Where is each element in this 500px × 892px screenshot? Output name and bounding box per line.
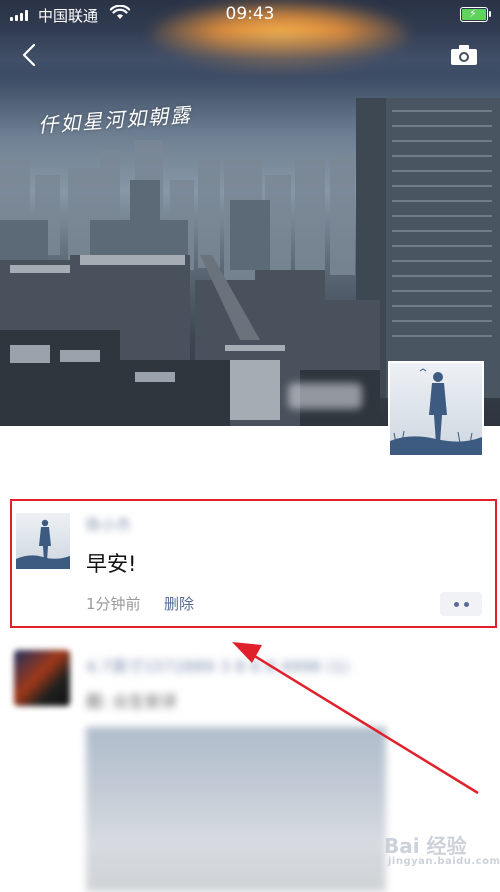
post-timestamp: 1分钟前: [86, 595, 141, 613]
dot-icon: [453, 601, 459, 607]
dot-icon: [463, 601, 469, 607]
status-time: 09:43: [225, 4, 275, 24]
blurred-username: [288, 383, 362, 409]
next-post-photo[interactable]: [86, 727, 386, 892]
watermark-url: jingyan.baidu.com: [388, 856, 500, 867]
next-post-author[interactable]: 4.7英寸1572889 3 8 6 8 4996 (1): [86, 653, 431, 676]
back-chevron-icon[interactable]: [16, 40, 46, 70]
highlighted-post-frame: [10, 499, 497, 628]
camera-icon[interactable]: [450, 44, 478, 66]
next-post-avatar[interactable]: [14, 650, 70, 706]
profile-avatar[interactable]: [388, 361, 484, 457]
post-content: 早安!: [86, 552, 137, 576]
watermark-brand: Bai 经验: [384, 834, 467, 858]
avatar-boy-illustration: [390, 363, 482, 455]
status-bar: 中国联通 09:43 ⚡: [0, 0, 500, 30]
baidu-watermark: Bai 经验 jingyan.baidu.com: [384, 830, 500, 867]
post-author-name[interactable]: 陈小杰: [86, 514, 154, 536]
battery-charging-icon: ⚡: [460, 7, 491, 22]
avatar-boy-illustration: [16, 513, 70, 569]
more-options-button[interactable]: [440, 592, 482, 616]
next-post-text: 题: 众生安详: [86, 692, 177, 711]
post-author-avatar[interactable]: [16, 513, 70, 569]
delete-link[interactable]: 删除: [164, 593, 194, 614]
